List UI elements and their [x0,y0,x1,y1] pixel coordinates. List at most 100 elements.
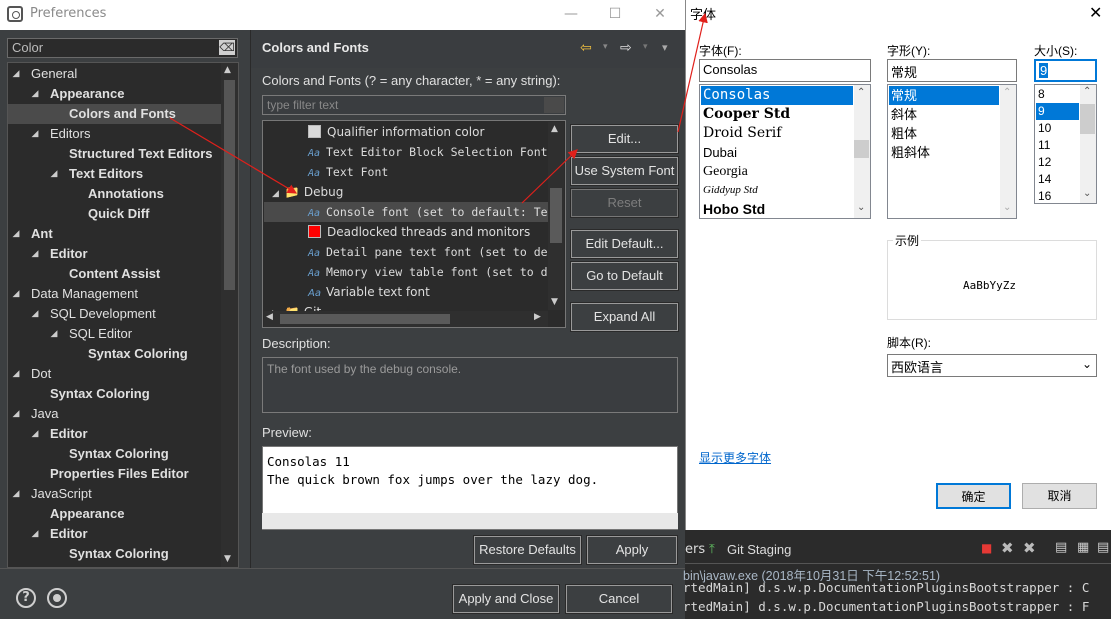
tree-item[interactable]: SQL Development [50,304,156,324]
git-staging-tab[interactable]: Git Staging [727,542,791,557]
back-history-dropdown-icon[interactable]: ▾ [603,42,608,52]
tree-item[interactable]: Java [31,404,58,424]
tree-item[interactable]: Text Editors [69,164,143,184]
tree-expand-arrow-icon[interactable]: ◢ [30,129,40,139]
clear-console-icon[interactable]: ▤ [1055,540,1067,555]
type-filter-input[interactable]: type filter text [262,95,566,115]
color-font-item[interactable]: Aa Text Editor Block Selection Font [264,142,548,162]
size-list-item[interactable]: 10 [1036,120,1079,137]
color-font-item[interactable]: ◢ 📁 Debug [264,182,548,202]
color-font-item[interactable]: Aa Variable text font [264,282,548,302]
tree-item[interactable]: Structured Text Editors [69,144,213,164]
colors-scroll-down-icon[interactable]: ▼ [551,297,558,307]
tree-item[interactable]: JavaScript [31,484,92,504]
tree-expand-arrow-icon[interactable]: ◢ [11,69,21,79]
size-list-scroll-thumb[interactable] [1080,104,1095,134]
tree-expand-arrow-icon[interactable]: ◢ [11,289,21,299]
tree-item[interactable]: Colors and Fonts [8,104,221,124]
close-button[interactable]: ✕ [640,3,680,25]
size-list-item[interactable]: 14 [1036,171,1079,188]
colors-scroll-up-icon[interactable]: ▲ [551,124,558,134]
remove-launch-icon[interactable]: ✖ [1001,539,1014,557]
tree-expand-arrow-icon[interactable]: ◢ [49,329,59,339]
font-size-input[interactable]: 9 [1034,59,1097,82]
category-expand-arrow-icon[interactable]: ◢ [272,189,279,199]
tree-item[interactable]: Dot [31,364,51,384]
tree-item[interactable]: Ant [31,224,53,244]
apply-and-close-button[interactable]: Apply and Close [452,584,560,614]
tree-item[interactable]: Syntax Coloring [69,444,169,464]
style-list-down-icon[interactable]: ⌄ [1003,202,1011,213]
color-font-item[interactable]: Aa Detail pane text font (set to de [264,242,548,262]
script-select[interactable]: 西欧语言 ⌄ [887,354,1097,377]
tree-expand-arrow-icon[interactable]: ◢ [11,409,21,419]
font-list-item[interactable]: Dubai [701,143,853,162]
font-list-down-icon[interactable]: ⌄ [857,202,865,213]
tree-expand-arrow-icon[interactable]: ◢ [30,309,40,319]
colors-scroll-left-icon[interactable]: ◀ [266,312,273,322]
remove-all-icon[interactable]: ✖ [1023,539,1036,557]
font-list-up-icon[interactable]: ⌃ [857,87,865,98]
tree-item[interactable]: Editor [50,244,88,264]
size-list-down-icon[interactable]: ⌄ [1083,188,1091,199]
colors-tree-hscroll-thumb[interactable] [280,314,450,324]
color-font-item[interactable]: Deadlocked threads and monitors [264,222,548,242]
tree-expand-arrow-icon[interactable]: ◢ [11,369,21,379]
style-list-scrollbar[interactable] [1000,85,1016,218]
tree-expand-arrow-icon[interactable]: ◢ [30,89,40,99]
tree-expand-arrow-icon[interactable]: ◢ [11,489,21,499]
font-cancel-button[interactable]: 取消 [1022,483,1097,509]
tree-scrollbar-thumb[interactable] [224,80,235,290]
color-font-item[interactable]: Aa Memory view table font (set to d [264,262,548,282]
style-list-item[interactable]: 常规 [889,86,999,105]
tree-item[interactable]: Data Management [31,284,138,304]
word-wrap-icon[interactable]: ▤ [1097,540,1109,555]
size-list-scrollbar[interactable] [1080,85,1096,203]
back-arrow-icon[interactable]: ⇦ [580,40,592,56]
font-list-scroll-thumb[interactable] [854,140,869,158]
tree-item[interactable]: Content Assist [69,264,160,284]
minimize-button[interactable]: — [551,3,591,25]
view-menu-icon[interactable]: ▾ [662,41,668,54]
tree-item[interactable]: Quick Diff [88,204,149,224]
style-list-item[interactable]: 粗体 [889,124,999,143]
tree-item[interactable]: SQL Editor [69,324,132,344]
terminate-icon[interactable]: ■ [981,541,992,555]
clear-filter-icon[interactable]: ⌫ [219,40,235,55]
tree-item[interactable]: Editor [50,424,88,444]
cancel-button[interactable]: Cancel [565,584,673,614]
colors-fonts-tree[interactable]: Qualifier information color Aa Text Editor… [262,120,566,328]
style-list-item[interactable]: 斜体 [889,105,999,124]
tree-item[interactable]: Annotations [88,184,164,204]
go-to-default-button[interactable]: Go to Default [570,261,679,291]
size-list-up-icon[interactable]: ⌃ [1083,86,1091,97]
edit-default-button[interactable]: Edit Default... [570,229,679,259]
tree-item[interactable]: Appearance [50,84,124,104]
forward-history-dropdown-icon[interactable]: ▾ [643,42,648,52]
expand-all-button[interactable]: Expand All [570,302,679,332]
font-list-item[interactable]: Georgia [701,162,853,181]
preferences-tree[interactable]: ◢ General ◢ Appearance Colors and Fonts ◢ Edit… [7,62,239,568]
import-export-icon[interactable] [47,588,67,608]
font-style-list[interactable]: 常规 斜体 粗体 粗斜体 [887,84,1017,219]
tree-expand-arrow-icon[interactable]: ◢ [11,229,21,239]
scroll-down-arrow-icon[interactable]: ▼ [224,554,231,564]
size-list-item[interactable]: 8 [1036,86,1079,103]
help-icon[interactable]: ? [16,588,36,608]
color-font-item[interactable]: Aa Console font (set to default: Te [264,202,548,222]
font-list-item[interactable]: Consolas [701,86,853,105]
style-list-up-icon[interactable]: ⌃ [1003,87,1011,98]
color-font-item[interactable]: Aa Text Font [264,162,548,182]
font-list-item[interactable]: Droid Serif [701,124,853,143]
tree-item[interactable]: Syntax Coloring [50,384,150,404]
size-list-item[interactable]: 11 [1036,137,1079,154]
colors-scroll-right-icon[interactable]: ▶ [534,312,541,322]
tree-expand-arrow-icon[interactable]: ◢ [30,529,40,539]
tree-expand-arrow-icon[interactable]: ◢ [49,169,59,179]
font-list-item[interactable]: Giddyup Std [701,181,853,200]
reset-button[interactable]: Reset [570,188,679,218]
maximize-button[interactable]: ☐ [595,3,635,25]
tree-expand-arrow-icon[interactable]: ◢ [30,249,40,259]
tree-item[interactable]: Editor [50,524,88,544]
tree-item[interactable]: Appearance [50,504,124,524]
